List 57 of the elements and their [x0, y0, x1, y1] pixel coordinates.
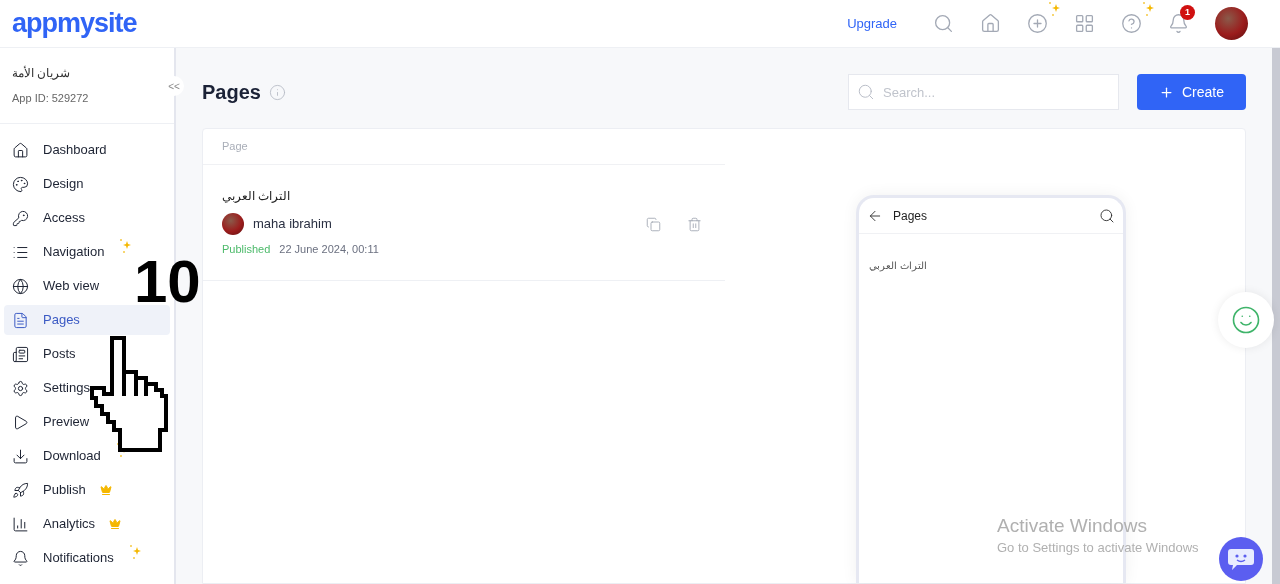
activation-hint: Go to Settings to activate Windows — [997, 538, 1199, 557]
add-icon[interactable] — [1027, 13, 1048, 34]
search-icon[interactable] — [1099, 207, 1115, 224]
preview-title: Pages — [893, 207, 928, 225]
download-icon — [12, 447, 29, 465]
sidebar-item[interactable]: Dashboard — [4, 135, 170, 165]
sparkle-icon — [1047, 1, 1061, 17]
plus-icon — [1159, 84, 1174, 100]
scrollbar[interactable] — [1272, 48, 1280, 584]
grid-icon[interactable] — [1074, 13, 1095, 34]
settings-icon — [12, 379, 29, 397]
sidebar-item[interactable]: Analytics — [4, 509, 170, 539]
bar-chart-icon — [12, 515, 29, 533]
rocket-icon — [12, 481, 29, 499]
preview-item[interactable]: التراث العربي — [859, 258, 1123, 273]
home-icon[interactable] — [980, 13, 1001, 34]
sidebar-item[interactable]: Notifications — [4, 543, 170, 573]
info-icon[interactable] — [268, 83, 286, 101]
help-icon[interactable] — [1121, 13, 1142, 34]
app-id: App ID: 529272 — [12, 91, 90, 106]
avatar — [222, 213, 244, 235]
sidebar-item[interactable]: Access — [4, 203, 170, 233]
palette-icon — [12, 175, 29, 193]
upgrade-link[interactable]: Upgrade — [847, 13, 897, 34]
play-icon — [12, 413, 29, 431]
document-icon — [12, 311, 29, 329]
sidebar-item[interactable]: Design — [4, 169, 170, 199]
notifications-icon[interactable] — [1168, 13, 1189, 34]
smiley-icon — [1231, 305, 1261, 335]
robot-icon — [1227, 547, 1255, 571]
sidebar-item[interactable]: Posts — [4, 339, 170, 369]
page-title[interactable]: التراث العربي — [222, 187, 706, 205]
date-text: 22 June 2024, 00:11 — [279, 242, 379, 257]
home-icon — [12, 141, 29, 159]
app-name: شريان الأمة — [12, 64, 72, 82]
author-name: maha ibrahim — [253, 215, 332, 234]
chat-bot-button[interactable] — [1219, 537, 1263, 581]
newspaper-icon — [12, 345, 29, 363]
activation-title: Activate Windows — [997, 514, 1148, 538]
search-icon — [857, 83, 875, 101]
sidebar-item[interactable]: Pages — [4, 305, 170, 335]
sidebar-item[interactable]: Publish — [4, 475, 170, 505]
notification-count: 1 — [1180, 5, 1195, 20]
avatar — [1215, 7, 1248, 40]
sidebar-item[interactable]: Preview — [4, 407, 170, 437]
sparkle-icon — [1141, 1, 1155, 17]
bell-icon — [12, 549, 29, 567]
globe-icon — [12, 277, 29, 295]
column-header: Page — [203, 129, 725, 165]
key-icon — [12, 209, 29, 227]
search-field[interactable]: Search... — [848, 74, 1119, 110]
page-title: Pages — [202, 80, 261, 105]
copy-icon[interactable] — [646, 216, 661, 232]
delete-icon[interactable] — [687, 216, 702, 232]
status-label: Published — [222, 242, 271, 257]
logo[interactable]: appmysite — [12, 10, 137, 37]
create-button[interactable]: Create — [1137, 74, 1246, 110]
